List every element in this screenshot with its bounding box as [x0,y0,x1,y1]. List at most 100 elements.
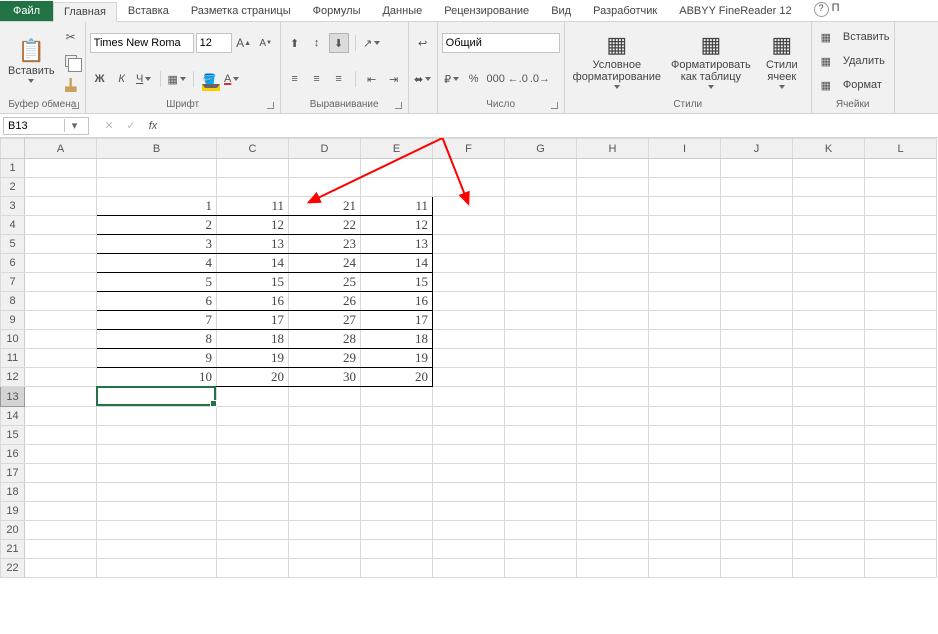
tab-tell-me[interactable]: П [803,0,851,21]
col-header-I[interactable]: I [649,139,721,159]
cell-I18[interactable] [649,483,721,502]
cell-L21[interactable] [865,540,937,559]
cell-H22[interactable] [577,559,649,578]
cell-I6[interactable] [649,254,721,273]
border-button[interactable]: ▦ [167,69,187,89]
name-box-input[interactable] [4,118,64,134]
cell-I19[interactable] [649,502,721,521]
cell-H1[interactable] [577,159,649,178]
cell-F6[interactable] [433,254,505,273]
cell-E11[interactable]: 19 [361,349,433,368]
cell-L19[interactable] [865,502,937,521]
cell-K2[interactable] [793,178,865,197]
cell-K3[interactable] [793,197,865,216]
cell-D5[interactable]: 23 [289,235,361,254]
cell-H18[interactable] [577,483,649,502]
format-cells-button[interactable]: ▦ [816,75,836,95]
cell-A1[interactable] [25,159,97,178]
cell-G15[interactable] [505,426,577,445]
cell-A19[interactable] [25,502,97,521]
currency-button[interactable]: ₽ [442,69,462,89]
worksheet[interactable]: ABCDEFGHIJKL1231112111421222125313231364… [0,138,938,578]
cell-E21[interactable] [361,540,433,559]
cell-K20[interactable] [793,521,865,540]
cell-I10[interactable] [649,330,721,349]
tab-developer[interactable]: Разработчик [582,1,668,21]
row-header-7[interactable]: 7 [1,273,25,292]
cell-A6[interactable] [25,254,97,273]
cell-I16[interactable] [649,445,721,464]
cell-F17[interactable] [433,464,505,483]
merge-button[interactable]: ⬌ [413,69,433,89]
cell-F5[interactable] [433,235,505,254]
cell-E16[interactable] [361,445,433,464]
cell-L14[interactable] [865,407,937,426]
cell-E9[interactable]: 17 [361,311,433,330]
cell-H11[interactable] [577,349,649,368]
col-header-C[interactable]: C [217,139,289,159]
tab-review[interactable]: Рецензирование [433,1,540,21]
col-header-E[interactable]: E [361,139,433,159]
cell-C17[interactable] [217,464,289,483]
conditional-formatting-button[interactable]: ▦ Условноеформатирование [569,30,665,92]
align-center-button[interactable]: ≡ [307,69,327,89]
cell-L22[interactable] [865,559,937,578]
col-header-G[interactable]: G [505,139,577,159]
cell-F1[interactable] [433,159,505,178]
cell-G18[interactable] [505,483,577,502]
cell-L13[interactable] [865,387,937,407]
cell-H16[interactable] [577,445,649,464]
cell-H12[interactable] [577,368,649,387]
cell-K11[interactable] [793,349,865,368]
row-header-19[interactable]: 19 [1,502,25,521]
cell-C14[interactable] [217,407,289,426]
cell-B12[interactable]: 10 [97,368,217,387]
cell-J5[interactable] [721,235,793,254]
font-color-button[interactable]: A [222,69,242,89]
cell-K10[interactable] [793,330,865,349]
cell-I17[interactable] [649,464,721,483]
cell-B8[interactable]: 6 [97,292,217,311]
cell-K13[interactable] [793,387,865,407]
align-bottom-button[interactable]: ⬇ [329,33,349,53]
col-header-F[interactable]: F [433,139,505,159]
cell-L9[interactable] [865,311,937,330]
cell-D21[interactable] [289,540,361,559]
cell-F18[interactable] [433,483,505,502]
cell-C4[interactable]: 12 [217,216,289,235]
col-header-K[interactable]: K [793,139,865,159]
row-header-13[interactable]: 13 [1,387,25,407]
cell-I15[interactable] [649,426,721,445]
cell-D20[interactable] [289,521,361,540]
cell-C19[interactable] [217,502,289,521]
row-header-9[interactable]: 9 [1,311,25,330]
format-as-table-button[interactable]: ▦ Форматироватькак таблицу [667,30,755,92]
cell-I1[interactable] [649,159,721,178]
cell-I7[interactable] [649,273,721,292]
cell-K19[interactable] [793,502,865,521]
cell-C1[interactable] [217,159,289,178]
cell-D17[interactable] [289,464,361,483]
cell-B16[interactable] [97,445,217,464]
align-top-button[interactable]: ⬆ [285,33,305,53]
tab-page-layout[interactable]: Разметка страницы [180,1,302,21]
cell-G22[interactable] [505,559,577,578]
cell-D7[interactable]: 25 [289,273,361,292]
cell-G13[interactable] [505,387,577,407]
cell-L7[interactable] [865,273,937,292]
cell-E4[interactable]: 12 [361,216,433,235]
cell-B6[interactable]: 4 [97,254,217,273]
row-header-20[interactable]: 20 [1,521,25,540]
cell-H4[interactable] [577,216,649,235]
cell-E7[interactable]: 15 [361,273,433,292]
cell-A12[interactable] [25,368,97,387]
cell-B7[interactable]: 5 [97,273,217,292]
cell-B20[interactable] [97,521,217,540]
select-all-corner[interactable] [1,139,25,159]
cell-I13[interactable] [649,387,721,407]
cell-L15[interactable] [865,426,937,445]
cell-K5[interactable] [793,235,865,254]
align-middle-button[interactable]: ↕ [307,33,327,53]
cell-A7[interactable] [25,273,97,292]
cell-B21[interactable] [97,540,217,559]
